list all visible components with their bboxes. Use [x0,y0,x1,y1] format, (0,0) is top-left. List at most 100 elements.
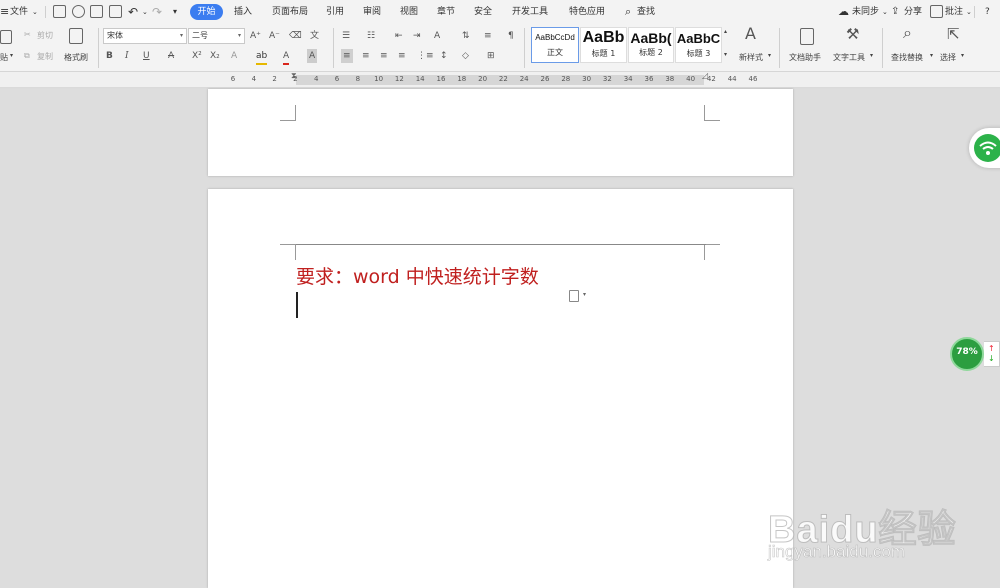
search-button[interactable]: 查找 [637,0,655,24]
align-center-icon[interactable]: ≡ [362,49,370,63]
format-painter-icon[interactable] [69,28,83,44]
cursor-icon[interactable]: ⇱ [947,27,960,42]
style-heading-3[interactable]: AaBbC 标题 3 [675,27,722,63]
document-title-text[interactable]: 要求：word 中快速统计字数 [296,262,539,289]
format-painter-button[interactable]: 格式刷 [64,52,88,63]
subscript-icon[interactable]: X₂ [210,49,220,63]
comment-button[interactable]: 批注 [945,0,963,24]
new-style-icon[interactable]: A [745,26,756,42]
save-icon[interactable] [53,5,66,18]
tab-special[interactable]: 特色应用 [569,0,605,24]
copy-button[interactable]: 复制 [37,51,53,62]
scissors-icon[interactable]: ✂ [24,30,31,39]
bullet-list-icon[interactable]: ☰ [342,29,350,43]
tab-security[interactable]: 安全 [474,0,492,24]
doc-assistant-button[interactable]: 文档助手 [789,52,821,63]
new-style-button[interactable]: 新样式 [739,52,763,63]
char-shading-icon[interactable]: A [307,49,318,63]
style-heading-2[interactable]: AaBb( 标题 2 [628,27,674,63]
distributed-icon[interactable]: ⋮≡ [417,49,434,63]
memory-speedup-widget[interactable]: 78% ↑ ↓ [950,337,1000,371]
italic-icon[interactable]: I [125,49,129,63]
style-normal[interactable]: AaBbCcDd 正文 [531,27,579,63]
paste-icon[interactable] [0,30,12,44]
share-button[interactable]: 分享 [904,0,922,24]
numbered-list-icon[interactable]: ☷ [367,29,375,43]
chevron-down-icon[interactable]: ⌄ [142,0,148,24]
align-right-icon[interactable]: ≡ [380,49,388,63]
tab-chapter[interactable]: 章节 [437,0,455,24]
text-effect-icon[interactable]: A [231,49,237,63]
align-left-icon[interactable]: ≡ [341,49,353,63]
sort-icon[interactable]: ⇅ [462,29,470,43]
show-marks-icon[interactable]: ¶ [508,29,514,43]
tab-developer[interactable]: 开发工具 [512,0,548,24]
clear-format-icon[interactable]: ⌫ [289,29,302,43]
line-spacing-icon[interactable]: ≡ [484,29,492,43]
page-1-bottom[interactable] [208,89,793,176]
decrease-indent-icon[interactable]: ⇤ [395,29,403,43]
chevron-down-icon[interactable]: ▾ [768,52,771,59]
chevron-down-icon[interactable]: ▾ [930,52,933,59]
paste-options-button[interactable]: ▾ [569,290,593,304]
grow-font-icon[interactable]: A⁺ [250,29,261,43]
style-heading-1[interactable]: AaBb 标题 1 [580,27,627,63]
tab-view[interactable]: 视图 [400,0,418,24]
print-icon[interactable] [90,5,103,18]
chinese-layout-icon[interactable]: A [434,29,440,43]
menu-icon[interactable]: ≡ [0,0,9,24]
print-preview-icon[interactable] [109,5,122,18]
chevron-down-icon[interactable]: ▾ [10,52,13,59]
chevron-down-icon[interactable]: ⌄ [882,0,888,24]
horizontal-ruler[interactable]: ⧗ ◿ 6 4 2 2 4 6 8 10 12 14 16 18 20 22 24 26 28 30 32 34 36 3… [0,71,1000,88]
file-menu[interactable]: 文件 [10,0,28,24]
superscript-icon[interactable]: X² [192,49,202,63]
border-icon[interactable]: ⊞ [487,49,495,63]
comment-icon[interactable] [930,5,943,18]
shading-icon[interactable]: ◇ [462,49,469,63]
tab-home[interactable]: 开始 [190,4,223,20]
find-replace-button[interactable]: 查找替换 [891,52,923,63]
doc-assistant-icon[interactable] [800,28,814,45]
share-icon[interactable]: ⇪ [891,0,899,24]
highlight-icon[interactable]: ab [256,49,268,65]
tab-review[interactable]: 审阅 [363,0,381,24]
justify-icon[interactable]: ≡ [398,49,406,63]
crop-mark [280,105,296,121]
styles-scroll-up-icon[interactable]: ▴ [724,28,727,35]
tab-insert[interactable]: 插入 [234,0,252,24]
chevron-down-icon[interactable]: ⌄ [966,0,972,24]
paste-button[interactable]: 贴 [0,52,8,63]
select-button[interactable]: 选择 [940,52,956,63]
tab-references[interactable]: 引用 [326,0,344,24]
customize-icon[interactable]: ▾ [173,0,177,24]
wrench-icon[interactable]: ⚒ [846,27,859,42]
text-tools-button[interactable]: 文字工具 [833,52,865,63]
underline-icon[interactable]: U [143,49,150,63]
copy-icon[interactable]: ⧉ [24,51,30,61]
chevron-down-icon[interactable]: ▾ [961,52,964,59]
chevron-down-icon: ▾ [179,32,183,39]
font-family-select[interactable]: 宋体 ▾ [103,28,187,44]
search-icon[interactable]: ⌕ [903,25,912,41]
redo-icon[interactable]: ↷ [152,0,162,24]
font-color-icon[interactable]: A [283,49,290,65]
increase-indent-icon[interactable]: ⇥ [413,29,421,43]
help-button[interactable]: ? [985,0,990,24]
shrink-font-icon[interactable]: A⁻ [269,29,280,43]
output-icon[interactable] [72,5,85,18]
cloud-icon[interactable]: ☁ [838,0,849,24]
phonetic-icon[interactable]: 文 [310,29,319,43]
strikethrough-icon[interactable]: A [168,49,174,63]
styles-more-icon[interactable]: ▾ [724,51,727,58]
tab-page-layout[interactable]: 页面布局 [272,0,308,24]
search-icon[interactable]: ⌕ [625,0,631,24]
bold-icon[interactable]: B [106,49,113,63]
cut-button[interactable]: 剪切 [37,30,53,41]
paragraph-spacing-icon[interactable]: ↕ [440,49,448,63]
font-size-select[interactable]: 二号 ▾ [188,28,245,44]
undo-icon[interactable]: ↶ [128,0,138,24]
sync-status[interactable]: 未同步 [852,0,879,24]
chevron-down-icon[interactable]: ⌄ [32,0,38,24]
chevron-down-icon[interactable]: ▾ [870,52,873,59]
